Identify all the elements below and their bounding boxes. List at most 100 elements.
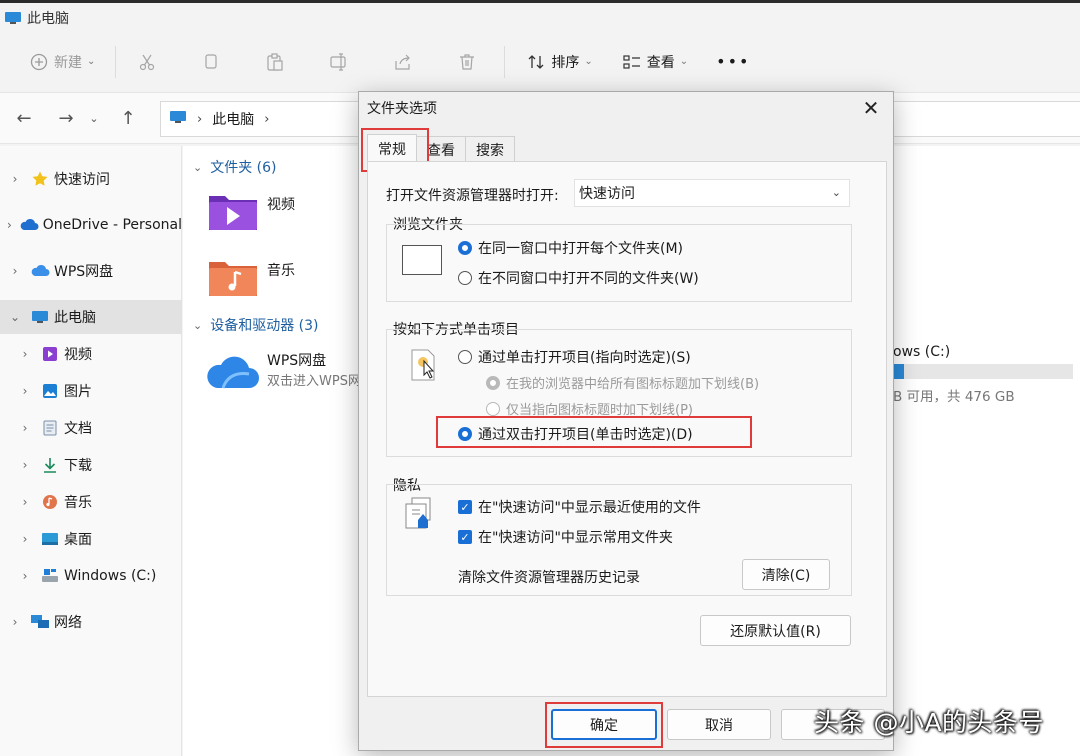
checkmark-icon: ✓ [458, 500, 472, 514]
clear-button[interactable]: 清除(C) [742, 559, 830, 590]
sidebar-item-pictures[interactable]: › 图片 [0, 374, 182, 408]
sidebar-item-label: 视频 [64, 347, 92, 363]
sidebar-item-label: 图片 [64, 384, 92, 400]
cut-button[interactable] [128, 44, 170, 80]
wps-cloud-icon [205, 350, 261, 396]
checkmark-icon: ✓ [458, 530, 472, 544]
computer-icon [169, 110, 187, 128]
check-show-frequent[interactable]: ✓ 在"快速访问"中显示常用文件夹 [458, 527, 673, 547]
recent-locations-button[interactable]: ⌄ [84, 100, 104, 136]
chevron-down-icon: ⌄ [193, 160, 203, 174]
view-button[interactable]: 查看 ⌄ [613, 44, 696, 80]
plus-circle-icon [28, 51, 50, 73]
sort-arrows-icon [525, 51, 547, 73]
drive-usage-bar [893, 364, 1073, 379]
network-icon [30, 613, 50, 631]
title-bar: 此电脑 [0, 3, 1080, 33]
chevron-right-icon: › [22, 569, 28, 583]
up-button[interactable]: ↑ [110, 100, 146, 136]
sidebar-item-network[interactable]: › 网络 [0, 605, 182, 639]
sidebar-item-documents[interactable]: › 文档 [0, 411, 182, 445]
sidebar-item-desktop[interactable]: › 桌面 [0, 522, 182, 556]
sidebar-item-label: WPS网盘 [54, 264, 114, 280]
chevron-down-icon: ⌄ [679, 56, 689, 67]
chevron-down-icon: ⌄ [9, 310, 21, 324]
open-explorer-select[interactable]: 快速访问 ⌄ [574, 179, 850, 207]
radio-label: 通过单击打开项目(指向时选定)(S) [478, 350, 691, 366]
more-button[interactable]: ••• [708, 44, 758, 80]
breadcrumb-chevron-icon: › [264, 111, 270, 127]
sidebar-item-music[interactable]: › 音乐 [0, 485, 182, 519]
folder-name: 视频 [267, 197, 295, 213]
chevron-right-icon: › [22, 458, 28, 472]
arrow-left-icon: ← [16, 107, 32, 129]
radio-same-window[interactable]: 在同一窗口中打开每个文件夹(M) [458, 238, 683, 258]
computer-icon [30, 308, 50, 326]
sidebar-item-label: 此电脑 [54, 310, 96, 326]
folder-music[interactable]: 音乐 [207, 256, 295, 304]
sidebar-item-label: 音乐 [64, 495, 92, 511]
back-button[interactable]: ← [6, 100, 42, 136]
highlight-double-click [436, 416, 752, 448]
new-button[interactable]: 新建 ⌄ [20, 44, 103, 80]
radio-indicator [486, 401, 500, 416]
check-show-recent[interactable]: ✓ 在"快速访问"中显示最近使用的文件 [458, 497, 701, 517]
sidebar-item-onedrive[interactable]: › OneDrive - Personal [0, 208, 182, 242]
group-title: 设备和驱动器 (3) [210, 318, 319, 334]
dialog-title: 文件夹选项 [367, 101, 437, 117]
sidebar-item-label: Windows (C:) [64, 568, 157, 584]
sidebar-item-label: 下载 [64, 458, 92, 474]
open-explorer-value: 快速访问 [579, 186, 635, 202]
radio-underline-all[interactable]: 在我的浏览器中给所有图标标题加下划线(B) [486, 373, 759, 392]
drive-c-tile[interactable]: ows (C:) B 可用，共 476 GB [893, 344, 1073, 405]
paste-button[interactable] [256, 44, 298, 80]
checkbox-label: 在"快速访问"中显示常用文件夹 [478, 530, 673, 546]
sidebar-item-videos[interactable]: › 视频 [0, 337, 182, 371]
document-icon [40, 419, 60, 437]
sidebar-item-quick-access[interactable]: › 快速访问 [0, 162, 182, 196]
copy-button[interactable] [192, 44, 234, 80]
cancel-button[interactable]: 取消 [667, 709, 771, 740]
close-button[interactable]: ✕ [857, 94, 885, 122]
drive-icon [40, 567, 60, 585]
chevron-right-icon: › [12, 264, 18, 278]
arrow-right-icon: → [58, 107, 74, 129]
radio-single-click[interactable]: 通过单击打开项目(指向时选定)(S) [458, 347, 691, 367]
chevron-down-icon: ⌄ [193, 318, 203, 332]
computer-icon [4, 11, 22, 25]
toolbar-divider [504, 45, 506, 78]
radio-different-windows[interactable]: 在不同窗口中打开不同的文件夹(W) [458, 268, 699, 288]
devices-group-header[interactable]: ⌄ 设备和驱动器 (3) [193, 314, 319, 336]
radio-indicator [458, 271, 472, 285]
cursor-file-icon [410, 348, 440, 386]
folders-group-header[interactable]: ⌄ 文件夹 (6) [193, 156, 277, 178]
video-folder-icon [40, 345, 60, 363]
folder-name: 音乐 [267, 263, 295, 279]
scissors-icon [136, 51, 158, 73]
sidebar-item-wps-drive[interactable]: › WPS网盘 [0, 254, 182, 288]
chevron-right-icon: › [12, 172, 18, 186]
clipboard-icon [264, 51, 286, 73]
sort-button[interactable]: 排序 ⌄ [517, 44, 600, 80]
chevron-down-icon: ⌄ [584, 56, 593, 67]
wps-drive-tile[interactable]: WPS网盘 双击进入WPS网 [205, 350, 361, 396]
chevron-down-icon: ⌄ [89, 111, 99, 125]
delete-button[interactable] [448, 44, 490, 80]
rename-button[interactable] [320, 44, 362, 80]
highlight-ok-button [545, 702, 663, 748]
watermark-text: 头条 @小A的头条号 [814, 708, 1045, 737]
video-folder-icon [207, 190, 259, 238]
sidebar-item-windows-c[interactable]: › Windows (C:) [0, 559, 182, 593]
tab-search[interactable]: 搜索 [465, 136, 515, 162]
folder-videos[interactable]: 视频 [207, 190, 295, 238]
radio-label: 在我的浏览器中给所有图标标题加下划线(B) [506, 377, 760, 392]
chevron-down-icon: ⌄ [831, 186, 841, 199]
breadcrumb-location[interactable]: 此电脑 [212, 109, 254, 129]
restore-defaults-button[interactable]: 还原默认值(R) [700, 615, 851, 646]
sidebar-item-downloads[interactable]: › 下载 [0, 448, 182, 482]
chevron-right-icon: › [6, 218, 12, 232]
forward-button[interactable]: → [48, 100, 84, 136]
folder-options-dialog: 文件夹选项 ✕ 常规 查看 搜索 打开文件资源管理器时打开: 快速访问 ⌄ 浏览… [358, 91, 894, 751]
share-button[interactable] [384, 44, 426, 80]
sidebar-item-this-pc[interactable]: ⌄ 此电脑 [0, 300, 182, 334]
